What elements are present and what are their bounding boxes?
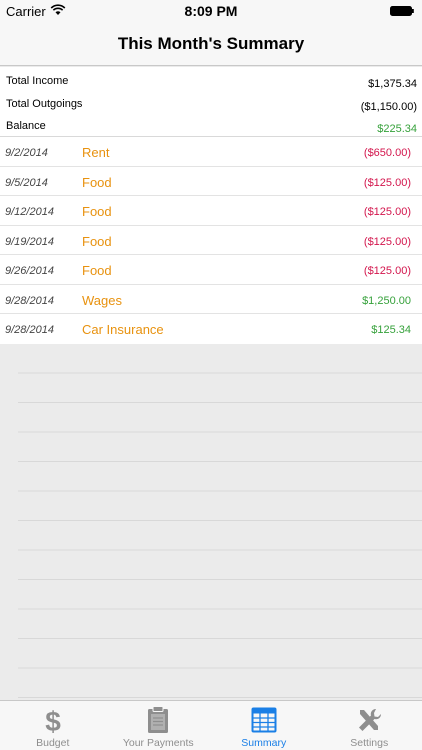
tab-label: Settings — [350, 737, 389, 749]
tab-label: Your Payments — [122, 737, 194, 749]
total-outgoings-value: ($1,150.00) — [360, 101, 417, 113]
transaction-description: Wages — [82, 292, 122, 308]
transaction-date: 9/2/2014 — [5, 147, 48, 159]
tools-icon — [359, 708, 382, 731]
transaction-row[interactable]: 9/28/2014 Wages $1,250.00 — [0, 285, 422, 314]
summary-totals: Total Income $1,375.34 Total Outgoings (… — [0, 67, 422, 137]
tab-settings[interactable]: Settings — [317, 701, 422, 750]
transaction-row[interactable]: 9/5/2014 Food ($125.00) — [0, 167, 422, 196]
svg-text:$: $ — [45, 706, 61, 734]
status-bar: Carrier 8:09 PM — [0, 0, 422, 22]
transaction-date: 9/19/2014 — [5, 235, 54, 248]
transaction-amount: ($125.00) — [363, 176, 411, 189]
transaction-description: Rent — [82, 145, 110, 160]
total-outgoings-row: Total Outgoings ($1,150.00) — [0, 93, 422, 115]
transaction-date: 9/26/2014 — [5, 265, 54, 277]
total-outgoings-label: Total Outgoings — [6, 98, 83, 110]
balance-label: Balance — [6, 120, 46, 132]
transaction-amount: $1,250.00 — [362, 294, 411, 307]
transaction-amount: ($125.00) — [363, 235, 411, 248]
clipboard-icon — [148, 706, 169, 733]
transaction-description: Food — [82, 263, 112, 278]
navigation-bar: This Month's Summary — [0, 22, 422, 66]
transaction-date: 9/28/2014 — [5, 294, 54, 307]
transaction-amount: $125.34 — [371, 324, 411, 336]
total-income-value: $1,375.34 — [368, 78, 417, 90]
tab-label: Summary — [241, 737, 287, 749]
transaction-row[interactable]: 9/26/2014 Food ($125.00) — [0, 255, 422, 285]
page-title: This Month's Summary — [117, 34, 305, 53]
transaction-amount: ($650.00) — [363, 147, 411, 159]
total-income-label: Total Income — [6, 75, 69, 87]
battery-icon — [390, 6, 414, 16]
empty-table-area — [0, 344, 422, 700]
tab-bar: $ Budget Your Payments Summary Settings — [0, 700, 422, 750]
transaction-row[interactable]: 9/28/2014 Car Insurance $125.34 — [0, 314, 422, 344]
transaction-row[interactable]: 9/12/2014 Food ($125.00) — [0, 196, 422, 226]
tab-budget[interactable]: $ Budget — [0, 701, 106, 750]
table-icon — [251, 707, 277, 733]
transaction-row[interactable]: 9/2/2014 Rent ($650.00) — [0, 137, 422, 167]
tab-summary[interactable]: Summary — [211, 701, 317, 750]
transaction-amount: ($125.00) — [363, 265, 411, 277]
transaction-description: Food — [82, 233, 112, 249]
clock: 8:09 PM — [184, 3, 238, 19]
transaction-row[interactable]: 9/19/2014 Food ($125.00) — [0, 226, 422, 255]
dollar-icon: $ — [45, 706, 61, 734]
transaction-list: 9/2/2014 Rent ($650.00) 9/5/2014 Food ($… — [0, 137, 422, 345]
transaction-date: 9/28/2014 — [5, 324, 54, 336]
balance-row: Balance $225.34 — [0, 115, 422, 137]
transaction-amount: ($125.00) — [363, 206, 411, 218]
transaction-description: Food — [82, 204, 112, 219]
balance-value: $225.34 — [377, 123, 417, 135]
total-income-row: Total Income $1,375.34 — [0, 70, 422, 92]
transaction-date: 9/5/2014 — [5, 176, 48, 189]
tab-label: Budget — [36, 737, 70, 749]
transaction-description: Car Insurance — [82, 322, 164, 337]
transaction-description: Food — [82, 174, 112, 190]
tab-your-payments[interactable]: Your Payments — [106, 701, 212, 750]
transaction-date: 9/12/2014 — [5, 206, 54, 218]
